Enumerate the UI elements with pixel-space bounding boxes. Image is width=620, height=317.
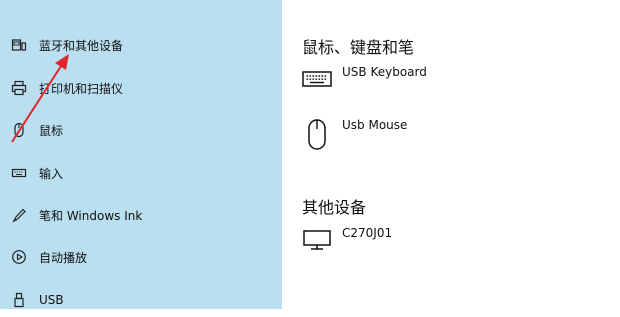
autoplay-icon (10, 248, 28, 266)
section-title-mouse-keyboard-pen: 鼠标、键盘和笔 (302, 38, 415, 57)
sidebar-item-label: 打印机和扫描仪 (39, 81, 124, 96)
device-item-keyboard[interactable]: USB Keyboard (302, 65, 602, 105)
sidebar-item-label: USB (39, 293, 64, 307)
bluetooth-devices-icon (10, 36, 28, 54)
keyboard-icon (302, 65, 332, 99)
sidebar-item-mouse[interactable]: 鼠标 (0, 113, 282, 147)
mouse-icon (10, 121, 28, 139)
sidebar-item-typing[interactable]: 输入 (0, 156, 282, 190)
sidebar-item-label: 自动播放 (39, 250, 88, 265)
section-title-other-devices: 其他设备 (302, 198, 367, 217)
sidebar-item-label: 笔和 Windows Ink (39, 208, 143, 223)
mouse-icon (302, 118, 332, 152)
sidebar-item-label: 鼠标 (39, 123, 64, 138)
pen-icon (10, 206, 28, 224)
sidebar-item-label: 蓝牙和其他设备 (39, 38, 124, 53)
sidebar-item-printers-scanners[interactable]: 打印机和扫描仪 (0, 71, 282, 105)
device-name: USB Keyboard (342, 65, 427, 79)
sidebar-item-bluetooth-devices[interactable]: 蓝牙和其他设备 (0, 28, 282, 62)
sidebar-item-label: 输入 (39, 166, 64, 181)
device-name: C270J01 (342, 226, 393, 240)
keyboard-icon (10, 164, 28, 182)
sidebar-item-pen-windows-ink[interactable]: 笔和 Windows Ink (0, 198, 282, 232)
printer-icon (10, 79, 28, 97)
sidebar-item-usb[interactable]: USB (0, 283, 282, 317)
main-content: 鼠标、键盘和笔 USB Keyboard Usb Mouse 其他设备 C270… (282, 0, 620, 309)
monitor-icon (302, 226, 332, 260)
device-name: Usb Mouse (342, 118, 408, 132)
usb-icon (10, 291, 28, 309)
sidebar-item-autoplay[interactable]: 自动播放 (0, 240, 282, 274)
device-item-mouse[interactable]: Usb Mouse (302, 118, 602, 158)
device-item-monitor[interactable]: C270J01 (302, 226, 602, 266)
settings-sidebar: 蓝牙和其他设备 打印机和扫描仪 鼠标 输入 笔和 Windows Ink 自动播… (0, 0, 282, 309)
